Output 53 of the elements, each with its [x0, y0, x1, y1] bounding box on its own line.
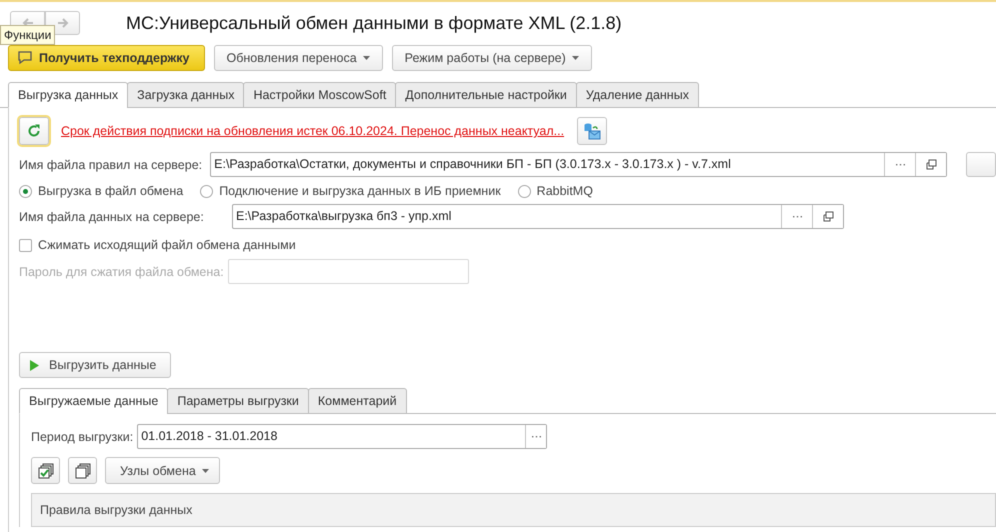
data-file-field[interactable]: E:\Разработка\выгрузка бп3 - упр.xml: [232, 204, 844, 229]
support-button[interactable]: Получить техподдержку: [8, 45, 205, 71]
dropdown-button[interactable]: Обновления переноса: [214, 45, 383, 71]
tab[interactable]: Выгружаемые данные: [19, 388, 168, 414]
rules-file-field[interactable]: E:\Разработка\Остатки, документы и справочники БП - БП (3.0.173.x - 3.0.173.x ) - v.7.xml: [210, 152, 947, 177]
play-icon: [30, 360, 39, 370]
caret-icon: [202, 468, 209, 472]
dropdown-button[interactable]: Узлы обмена: [105, 457, 220, 484]
field-label: Имя файла данных на сервере:: [19, 210, 205, 224]
tab[interactable]: Настройки MoscowSoft: [243, 82, 396, 108]
radio-option[interactable]: RabbitMQ: [518, 184, 593, 198]
uncheck-all-button[interactable]: [68, 457, 97, 484]
tab[interactable]: Комментарий: [308, 388, 407, 414]
field-label: Имя файла правил на сервере:: [19, 158, 202, 172]
caret-icon: [572, 56, 579, 60]
compress-option[interactable]: Сжимать исходящий файл обмена данными: [19, 238, 296, 252]
check-all-button[interactable]: [31, 457, 60, 484]
radio-button[interactable]: [200, 184, 214, 198]
open-icon: [822, 211, 834, 222]
refresh-button[interactable]: [19, 117, 49, 145]
side-button[interactable]: [966, 152, 996, 177]
tab[interactable]: Удаление данных: [576, 82, 699, 108]
period-field[interactable]: 01.01.2018 - 31.01.2018: [137, 424, 548, 449]
radio-button[interactable]: [19, 184, 32, 198]
radio-button[interactable]: [518, 184, 531, 198]
export-button[interactable]: Выгрузить данные: [19, 352, 172, 378]
refresh-icon: [27, 124, 41, 138]
tab[interactable]: Дополнительные настройки: [395, 82, 577, 108]
open-icon: [926, 159, 936, 170]
dropdown-button[interactable]: Режим работы (на сервере): [392, 45, 592, 71]
forward-arrow-icon: [56, 18, 68, 28]
speech-bubble-icon: [17, 51, 33, 65]
tab[interactable]: Параметры выгрузки: [167, 388, 309, 414]
window-title: МС:Универсальный обмен данными в формате XML (2.1.8): [126, 12, 622, 34]
stack-icon: [74, 462, 90, 478]
radio-option[interactable]: Подключение и выгрузка данных в ИБ приемник: [200, 184, 501, 198]
select-button[interactable]: [525, 425, 546, 448]
tab[interactable]: Загрузка данных: [127, 82, 244, 108]
caret-icon: [362, 56, 370, 60]
field-label: Пароль для сжатия файла обмена:: [19, 264, 224, 278]
radio-option[interactable]: Выгрузка в файл обмена: [19, 184, 184, 198]
exchange-button[interactable]: [577, 117, 608, 145]
open-button[interactable]: [915, 153, 946, 176]
database-mail-icon: [583, 122, 602, 140]
column-header: Правила выгрузки данных: [40, 503, 192, 517]
tab[interactable]: Выгрузка данных: [8, 82, 128, 108]
checkbox[interactable]: [19, 238, 32, 252]
tooltip: Функции: [0, 25, 56, 45]
open-button[interactable]: [812, 205, 843, 228]
subscription-link[interactable]: Срок действия подписки на обновления истек 06.10.2024. Перенос данных неактуал...: [61, 124, 564, 138]
field-label: Период выгрузки:: [31, 430, 134, 444]
back-arrow-icon: [22, 18, 34, 28]
checked-stack-icon: [38, 462, 54, 478]
